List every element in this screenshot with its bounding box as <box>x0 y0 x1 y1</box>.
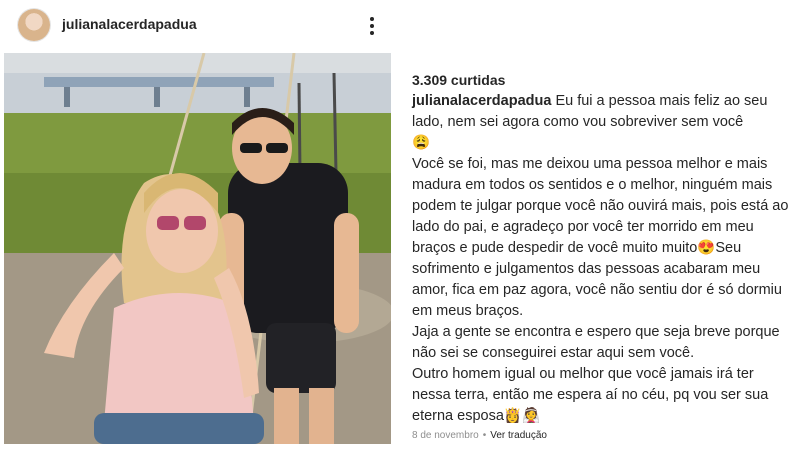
post-header: julianalacerdapadua <box>0 0 400 52</box>
caption: julianalacerdapadua Eu fui a pessoa mais… <box>412 91 792 427</box>
avatar[interactable] <box>18 9 50 41</box>
caption-author[interactable]: julianalacerdapadua <box>412 93 551 109</box>
more-options-icon[interactable] <box>360 14 384 38</box>
post-details: 3.309 curtidas julianalacerdapadua Eu fu… <box>412 70 792 441</box>
post-date[interactable]: 8 de novembro <box>412 430 479 441</box>
meta-separator: • <box>482 430 487 441</box>
post-meta: 8 de novembro • Ver tradução <box>412 430 792 441</box>
post-username[interactable]: julianalacerdapadua <box>62 16 197 32</box>
caption-text: Eu fui a pessoa mais feliz ao seu lado, … <box>412 93 789 424</box>
translate-link[interactable]: Ver tradução <box>490 430 547 441</box>
post-photo[interactable] <box>4 53 391 444</box>
likes-count[interactable]: 3.309 curtidas <box>412 72 792 88</box>
